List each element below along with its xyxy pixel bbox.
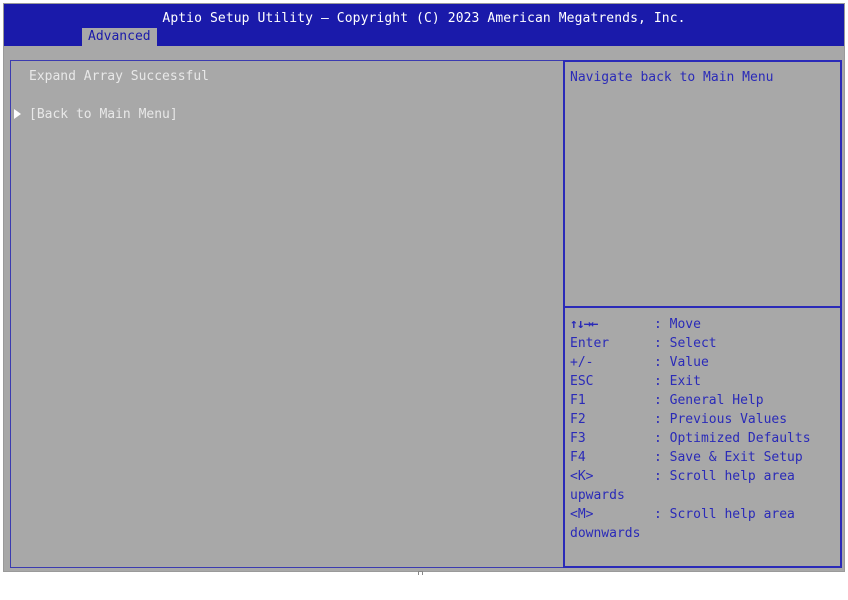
key-row: F1 : General Help [570,391,764,410]
bottom-edge-marker [418,571,423,575]
help-pane: Navigate back to Main Menu ↑↓→← : Move E… [563,60,842,568]
key-name: upwards [570,488,625,503]
key-desc: : Move [654,317,701,332]
key-row: Enter : Select [570,334,717,353]
key-desc: : Select [654,336,717,351]
key-row: ESC : Exit [570,372,701,391]
key-row: +/- : Value [570,353,709,372]
key-row: downwards [570,524,640,543]
key-desc: : Value [654,355,709,370]
key-row: ↑↓→← : Move [570,315,701,334]
key-desc: : Optimized Defaults [654,431,811,446]
key-desc: : Previous Values [654,412,788,427]
key-desc: : Scroll help area [654,469,795,484]
help-text: Navigate back to Main Menu [570,70,774,85]
key-row: <K> : Scroll help area [570,467,795,486]
key-desc: : Scroll help area [654,507,795,522]
key-desc: : Exit [654,374,701,389]
title-bar: Aptio Setup Utility – Copyright (C) 2023… [4,4,844,46]
key-name: <M> [570,507,594,522]
key-name: F1 [570,393,586,408]
key-name: +/- [570,355,594,370]
key-name: F4 [570,450,586,465]
key-row: <M> : Scroll help area [570,505,795,524]
key-row: F3 : Optimized Defaults [570,429,811,448]
key-row: F2 : Previous Values [570,410,787,429]
key-name: downwards [570,526,641,541]
key-row: upwards [570,486,633,505]
key-desc: : Save & Exit Setup [654,450,803,465]
window-title: Aptio Setup Utility – Copyright (C) 2023… [162,11,686,26]
arrow-keys-icon: ↑↓→← [570,317,598,332]
tab-advanced[interactable]: Advanced [82,28,157,46]
key-name: Enter [570,336,610,351]
main-pane: Expand Array Successful [Back to Main Me… [10,60,564,568]
key-name: F3 [570,431,586,446]
status-message: Expand Array Successful [29,69,210,84]
key-name: F2 [570,412,586,427]
key-row: F4 : Save & Exit Setup [570,448,803,467]
key-name: ESC [570,374,594,389]
bios-window: Aptio Setup Utility – Copyright (C) 2023… [3,3,845,572]
help-divider [565,306,840,308]
key-name: <K> [570,469,594,484]
submenu-arrow-icon [14,109,21,119]
menu-item-label: [Back to Main Menu] [29,107,178,122]
key-desc: : General Help [654,393,764,408]
back-to-main-menu-item[interactable]: [Back to Main Menu] [11,107,178,167]
